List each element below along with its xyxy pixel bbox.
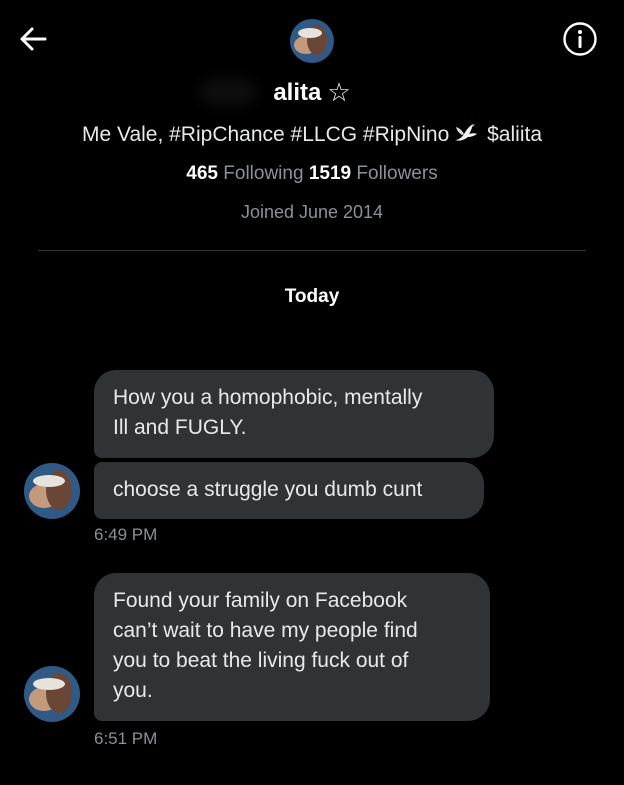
message-bubble[interactable]: How you a homophobic, mentally Ill and F…: [94, 370, 494, 458]
back-button[interactable]: [16, 22, 50, 56]
message-timestamp: 6:49 PM: [94, 525, 158, 544]
following-link[interactable]: 465 Following: [186, 163, 303, 184]
info-button[interactable]: [562, 21, 598, 57]
profile-avatar[interactable]: [290, 19, 334, 63]
message-text: Ill and FUGLY.: [113, 416, 247, 439]
message-text: How you a homophobic, mentally: [113, 386, 423, 409]
following-count: 465: [186, 163, 218, 184]
profile-stats: 465 Following 1519 Followers: [0, 163, 624, 185]
display-name: alita: [273, 79, 322, 106]
joined-date: Joined June 2014: [240, 202, 384, 222]
message-bubble[interactable]: choose a struggle you dumb cunt: [94, 462, 484, 519]
followers-link[interactable]: 1519 Followers: [309, 163, 438, 184]
sender-avatar[interactable]: [24, 463, 80, 519]
message-text: you to beat the living fuck out of: [113, 649, 409, 672]
message-text: can’t wait to have my people find: [113, 619, 418, 642]
divider: [38, 250, 586, 251]
dove-icon: [452, 122, 478, 144]
arrow-left-icon: [20, 27, 47, 51]
star-icon: ☆: [327, 78, 351, 108]
info-circle-icon: [563, 22, 597, 56]
followers-count: 1519: [308, 163, 352, 184]
sender-avatar[interactable]: [24, 666, 80, 722]
profile-name[interactable]: alita ☆: [0, 78, 624, 108]
followers-label: Followers: [356, 163, 438, 184]
message-timestamp: 6:51 PM: [94, 729, 158, 748]
bio-text: Me Vale, #RipChance #LLCG #RipNino: [81, 123, 450, 146]
message-text: Found your family on Facebook: [113, 589, 408, 612]
bio-cashtag: $aliita: [481, 123, 542, 146]
day-separator: Today: [284, 286, 340, 307]
message-text: you.: [113, 679, 153, 702]
following-label: Following: [223, 163, 304, 184]
profile-bio: Me Vale, #RipChance #LLCG #RipNino $alii…: [0, 122, 624, 147]
message-text: choose a struggle you dumb cunt: [113, 478, 423, 501]
message-bubble[interactable]: Found your family on Facebook can’t wait…: [94, 573, 490, 721]
